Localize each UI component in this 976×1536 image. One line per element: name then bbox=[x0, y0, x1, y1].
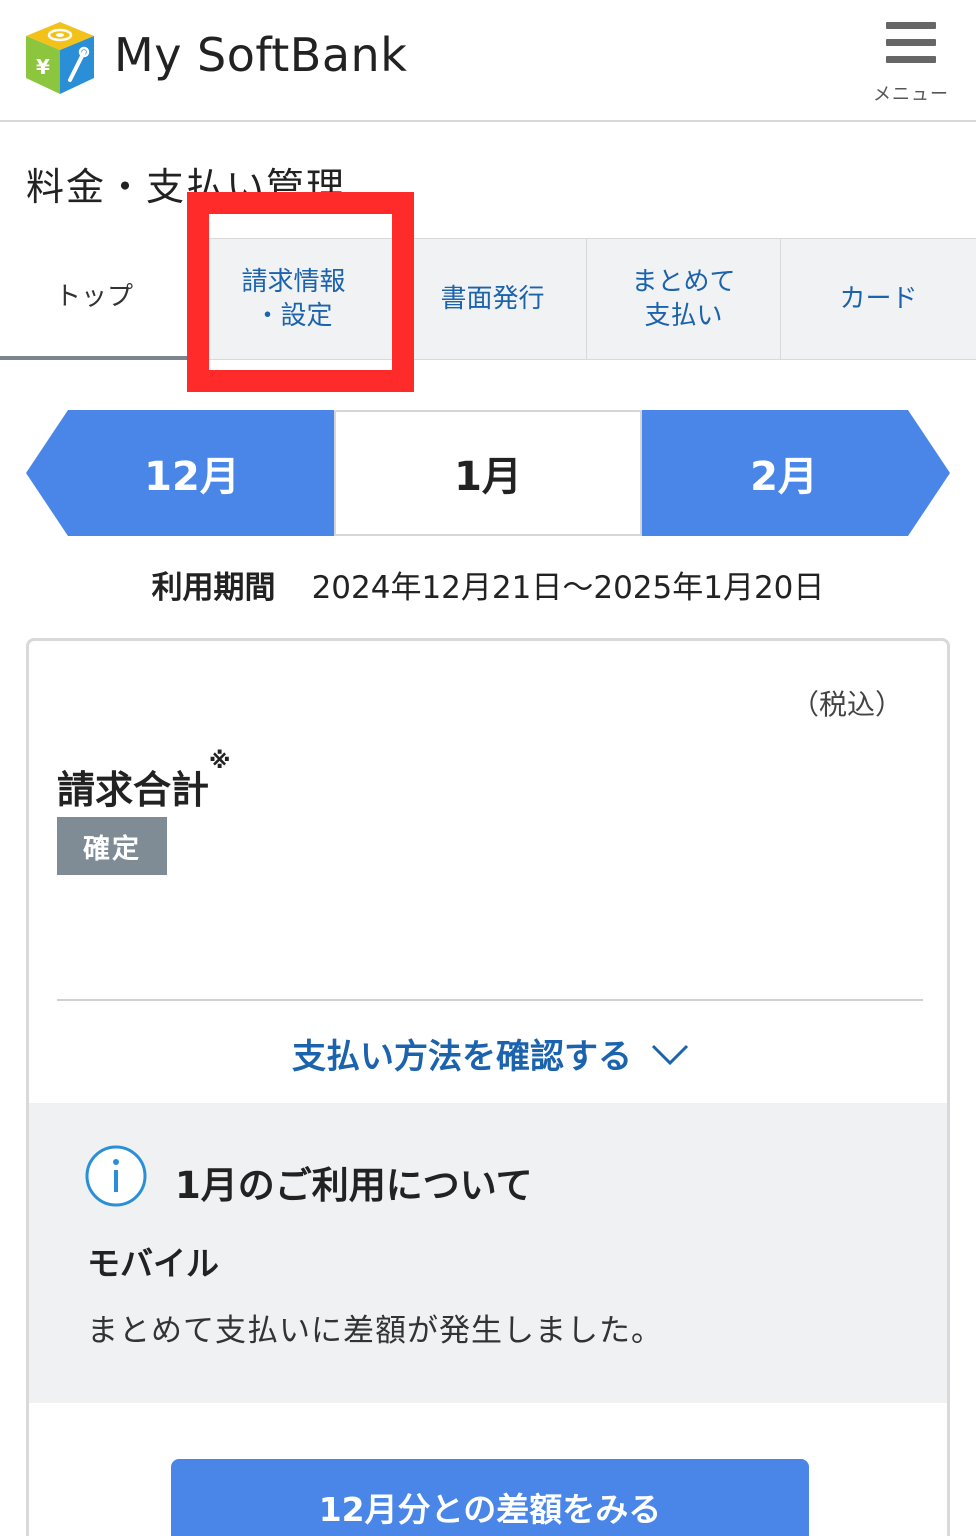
hamburger-icon-bar bbox=[886, 39, 936, 46]
tab-label: まとめて 支払い bbox=[631, 265, 735, 333]
hamburger-icon-bar bbox=[886, 56, 936, 63]
tab-label: トップ bbox=[54, 282, 133, 312]
billing-total-text: 請求合計 bbox=[57, 768, 210, 812]
payment-method-toggle[interactable]: 支払い方法を確認する bbox=[29, 1029, 947, 1078]
red-highlight-annotation bbox=[187, 192, 414, 392]
tab-combined-payment[interactable]: まとめて 支払い bbox=[586, 238, 780, 360]
usage-period-label: 利用期間 bbox=[151, 570, 276, 606]
status-badge: 確定 bbox=[57, 817, 167, 875]
divider bbox=[57, 999, 923, 1001]
billing-card: （税込） 請求合計※ 確定 支払い方法を確認する 1月のご利用について モバイル… bbox=[26, 638, 950, 1536]
tab-card[interactable]: カード bbox=[780, 238, 976, 360]
tab-document-issue[interactable]: 書面発行 bbox=[398, 238, 586, 360]
month-prev-button[interactable]: 12月 bbox=[26, 410, 334, 536]
tab-label-line2: 支払い bbox=[644, 301, 723, 331]
app-header: ¥ My SoftBank メニュー bbox=[0, 0, 976, 122]
svg-text:¥: ¥ bbox=[36, 55, 50, 79]
tab-label: 書面発行 bbox=[440, 284, 545, 314]
tab-label: カード bbox=[839, 284, 918, 314]
info-icon bbox=[85, 1145, 147, 1207]
tab-label-line1: まとめて bbox=[631, 267, 736, 297]
notice-title: 1月のご利用について bbox=[175, 1164, 533, 1207]
notice-body: まとめて支払いに差額が発生しました。 bbox=[87, 1313, 663, 1349]
footnote-mark: ※ bbox=[209, 749, 231, 774]
view-difference-button[interactable]: 12月分との差額をみる bbox=[171, 1459, 809, 1536]
hamburger-icon bbox=[886, 22, 936, 29]
usage-period-value: 2024年12月21日〜2025年1月20日 bbox=[311, 570, 825, 606]
notice-subtitle: モバイル bbox=[87, 1244, 219, 1283]
payment-method-link-text: 支払い方法を確認する bbox=[292, 1037, 632, 1077]
usage-notice: 1月のご利用について モバイル まとめて支払いに差額が発生しました。 bbox=[29, 1103, 947, 1403]
tab-top[interactable]: トップ bbox=[0, 238, 188, 360]
menu-label: メニュー bbox=[873, 84, 949, 105]
month-next-button[interactable]: 2月 bbox=[642, 410, 950, 536]
month-current: 1月 bbox=[334, 410, 642, 536]
billing-total-label: 請求合計※ bbox=[57, 749, 230, 814]
softbank-cube-logo-icon[interactable]: ¥ bbox=[24, 20, 96, 96]
tab-bar: トップ 請求情報 ・設定 書面発行 まとめて 支払い カード bbox=[0, 238, 976, 360]
chevron-down-icon bbox=[651, 1044, 689, 1065]
usage-period: 利用期間 2024年12月21日〜2025年1月20日 bbox=[0, 562, 976, 607]
brand-name[interactable]: My SoftBank bbox=[114, 28, 407, 82]
month-selector: 12月 1月 2月 bbox=[0, 410, 976, 536]
menu-button[interactable]: メニュー bbox=[866, 20, 956, 110]
tax-note: （税込） bbox=[790, 688, 903, 721]
